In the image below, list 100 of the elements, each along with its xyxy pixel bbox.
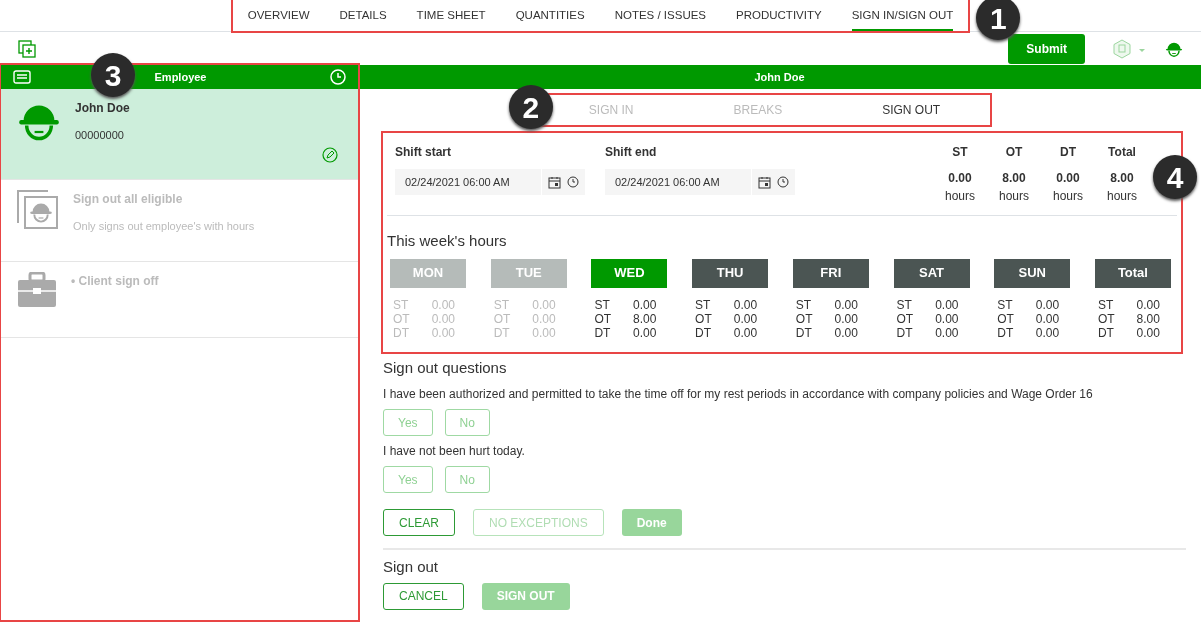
nav-tab[interactable]: PRODUCTIVITY [736, 0, 822, 31]
total-value: 0.00 [1055, 170, 1081, 187]
total-label: DT [1059, 144, 1077, 161]
item-title: John Doe [75, 100, 131, 117]
field-label: Shift end [605, 144, 658, 161]
calendar-icon[interactable] [758, 175, 771, 189]
calendar-icon[interactable] [548, 175, 561, 189]
total-value: 8.00 [1109, 170, 1135, 187]
nav-tab[interactable]: QUANTITIES [515, 0, 585, 31]
day-button[interactable]: FRI [792, 258, 869, 288]
section-title: This week's hours [387, 231, 508, 251]
total-label: Total [1107, 144, 1137, 161]
hours-value: 0.00 [633, 325, 657, 340]
hours-value: 0.00 [733, 311, 758, 326]
hours-type-label: DT [594, 325, 611, 340]
card-list-icon[interactable] [13, 70, 31, 84]
item-subtitle: Only signs out employee's with hours [73, 219, 256, 234]
date-time-field[interactable]: 02/24/2021 06:00 AM [395, 169, 541, 195]
action-button[interactable]: CANCEL [383, 582, 464, 610]
hours-type-label: ST [997, 297, 1013, 312]
employee-name-header: John Doe [358, 65, 1201, 89]
hours-type-label: DT [493, 325, 510, 340]
sidebar-item[interactable]: John Doe 00000000 [1, 89, 358, 180]
day-button[interactable]: Total [1094, 258, 1171, 288]
hours-value: 0.00 [532, 297, 556, 312]
hours-value: 0.00 [532, 325, 556, 340]
hours-type-label: DT [795, 325, 812, 340]
hours-value: 0.00 [431, 297, 455, 312]
group-worker-icon [17, 190, 59, 230]
total-value: 0.00 [947, 170, 973, 187]
hours-type-label: DT [1097, 325, 1114, 340]
unit-label: hours [944, 188, 976, 205]
hours-type-label: OT [997, 311, 1014, 326]
hours-type-label: ST [493, 297, 510, 312]
day-button[interactable]: WED [591, 258, 668, 288]
hours-value: 0.00 [532, 311, 556, 326]
hours-type-label: DT [896, 325, 913, 340]
hours-value: 0.00 [935, 325, 959, 340]
hours-type-label: ST [393, 297, 409, 312]
hours-value: 0.00 [935, 297, 959, 312]
callout-badge: 2 [508, 85, 553, 129]
sub-tab[interactable]: SIGN OUT [882, 95, 941, 125]
submit-button[interactable]: Submit [1008, 33, 1085, 64]
hours-type-label: DT [997, 325, 1014, 340]
day-button[interactable]: SUN [994, 258, 1071, 288]
section-title: Sign out questions [383, 357, 508, 378]
nav-tab[interactable]: DETAILS [339, 0, 387, 31]
hours-type-label: OT [594, 311, 612, 326]
day-button[interactable]: SAT [893, 258, 970, 288]
hours-value: 8.00 [1136, 311, 1160, 326]
total-value: 8.00 [1001, 170, 1027, 187]
hours-value: 0.00 [1136, 325, 1160, 340]
hours-type-label: ST [594, 297, 610, 312]
unit-label: hours [1052, 188, 1084, 205]
clock-icon[interactable] [567, 176, 579, 188]
hours-value: 0.00 [733, 325, 758, 340]
hours-value: 0.00 [1035, 325, 1060, 340]
hours-value: 0.00 [1136, 297, 1160, 312]
nav-tab[interactable]: NOTES / ISSUES [614, 0, 707, 31]
hours-type-label: ST [896, 297, 912, 312]
nav-tab[interactable]: SIGN IN/SIGN OUT [851, 0, 954, 31]
hours-type-label: OT [493, 311, 511, 326]
date-time-field[interactable]: 02/24/2021 06:00 AM [605, 169, 751, 195]
hours-type-label: ST [1097, 297, 1114, 312]
unit-label: hours [1106, 188, 1138, 205]
edit-icon[interactable] [322, 147, 338, 163]
total-label: OT [1004, 144, 1024, 161]
panel-title: Employee [154, 69, 207, 85]
question-text: I have been authorized and permitted to take the time off for my rest periods in accordance with company policies and Wage Order 16 [383, 386, 1094, 403]
section-title: Sign out [383, 557, 440, 577]
hours-value: 0.00 [633, 297, 657, 312]
callout-badge: 4 [1153, 155, 1197, 199]
hours-type-label: OT [795, 311, 813, 326]
hours-value: 0.00 [834, 325, 858, 340]
day-button[interactable]: THU [692, 258, 769, 288]
hours-type-label: ST [795, 297, 812, 312]
total-label: ST [951, 144, 969, 161]
item-title: Sign out all eligible [73, 191, 184, 208]
hours-value: 0.00 [431, 311, 455, 326]
field-label: Shift start [395, 144, 452, 161]
hours-value: 0.00 [834, 311, 858, 326]
nav-tab[interactable]: OVERVIEW [247, 0, 310, 31]
add-copy-icon[interactable] [18, 39, 36, 58]
action-button[interactable]: CLEAR [383, 509, 455, 536]
item-subtitle: 00000000 [75, 128, 125, 143]
clock-icon[interactable] [777, 176, 789, 188]
hours-value: 0.00 [733, 297, 758, 312]
callout-badge: 3 [91, 53, 135, 97]
question-text: I have not been hurt today. [383, 443, 526, 460]
hours-type-label: OT [1097, 311, 1115, 326]
hours-value: 0.00 [1035, 311, 1060, 326]
hours-value: 0.00 [431, 325, 455, 340]
sub-tab[interactable]: BREAKS [733, 95, 783, 125]
hours-type-label: DT [393, 325, 409, 340]
sub-tab[interactable]: SIGN IN [588, 95, 634, 125]
hours-type-label: DT [695, 325, 712, 340]
nav-tab[interactable]: TIME SHEET [416, 0, 486, 31]
briefcase-icon [17, 272, 57, 308]
hours-type-label: OT [695, 311, 712, 326]
hours-type-label: OT [393, 311, 410, 326]
